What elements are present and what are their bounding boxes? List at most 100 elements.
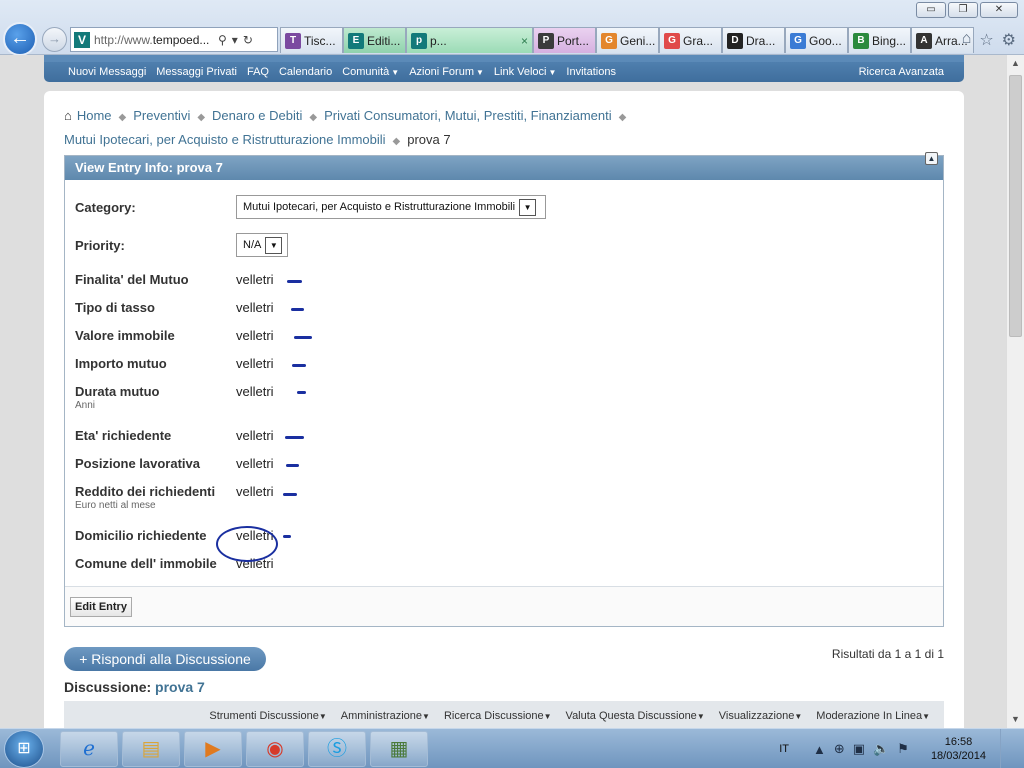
- browser-tab[interactable]: T Tisc...: [280, 27, 343, 53]
- clock[interactable]: 16:58 18/03/2014: [931, 735, 986, 763]
- scroll-thumb[interactable]: [1009, 75, 1022, 337]
- annotation-dash: [283, 493, 297, 496]
- browser-tab[interactable]: D Dra...: [722, 27, 785, 53]
- maximize-button[interactable]: ❐: [948, 2, 978, 18]
- discussion-link[interactable]: prova 7: [155, 679, 205, 695]
- field-label: Finalita' del Mutuo: [75, 272, 189, 287]
- field-label: Comune dell' immobile: [75, 556, 217, 571]
- breadcrumb-link[interactable]: Denaro e Debiti: [212, 108, 302, 123]
- annotation-dash: [292, 364, 306, 367]
- system-tray: IT ▲ ⊕ ▣ 🔈 ⚑ 16:58 18/03/2014: [779, 729, 1024, 768]
- edit-entry-button[interactable]: Edit Entry: [70, 597, 132, 617]
- tab-close-icon[interactable]: ×: [521, 34, 528, 48]
- priority-select[interactable]: N/A ▼: [236, 233, 288, 257]
- breadcrumb-current: prova 7: [407, 132, 451, 147]
- nav-item[interactable]: Nuovi Messaggi: [68, 66, 146, 78]
- language-indicator[interactable]: IT: [779, 743, 789, 755]
- nav-item[interactable]: Link Veloci ▼: [494, 66, 557, 78]
- address-bar[interactable]: V http://www.tempoed... ⚲ ▾ ↻: [70, 27, 278, 52]
- tray-expand-icon[interactable]: ▲: [813, 742, 826, 757]
- page-viewport: Nuovi Messaggi Messaggi Privati FAQ Calenda…: [0, 55, 1006, 728]
- close-button[interactable]: ✕: [980, 2, 1018, 18]
- thread-tool-menu[interactable]: Visualizzazione▼: [719, 710, 803, 722]
- refresh-icon[interactable]: ↻: [243, 33, 253, 47]
- thread-tool-menu[interactable]: Moderazione In Linea▼: [816, 710, 930, 722]
- field-value: velletri: [236, 384, 274, 399]
- dropdown-icon[interactable]: ▾: [232, 33, 238, 47]
- field-value: velletri: [236, 356, 274, 371]
- page-scrollbar[interactable]: ▲ ▼: [1006, 55, 1024, 728]
- category-select[interactable]: Mutui Ipotecari, per Acquisto e Ristrutt…: [236, 195, 546, 219]
- nav-item[interactable]: FAQ: [247, 66, 269, 78]
- breadcrumb-link[interactable]: Mutui Ipotecari, per Acquisto e Ristrutt…: [64, 132, 386, 147]
- network-icon[interactable]: ⊕: [834, 741, 845, 757]
- browser-tab[interactable]: G Goo...: [785, 27, 848, 53]
- field-value: velletri: [236, 272, 274, 287]
- window-controls: ▭ ❐ ✕: [916, 2, 1018, 18]
- browser-tab[interactable]: B Bing...: [848, 27, 911, 53]
- home-icon[interactable]: ⌂: [64, 105, 72, 127]
- browser-tab[interactable]: P Port...: [533, 27, 596, 53]
- browser-tab[interactable]: E Editi...: [343, 27, 406, 53]
- taskbar: ⊞ ℯ ▤ ▶ ◉ Ⓢ ▦ IT ▲ ⊕ ▣ 🔈 ⚑ 16:58 18/03/2014: [0, 728, 1024, 768]
- display-icon[interactable]: ▣: [853, 741, 865, 757]
- thread-tool-menu[interactable]: Amministrazione▼: [341, 710, 430, 722]
- back-button[interactable]: ←: [3, 22, 37, 56]
- breadcrumb-separator-icon: ◆: [197, 112, 206, 123]
- field-label: Domicilio richiedente: [75, 528, 207, 543]
- browser-tab[interactable]: G Gra...: [659, 27, 722, 53]
- chrome-icon[interactable]: ◉: [246, 731, 304, 767]
- nav-item[interactable]: Messaggi Privati: [156, 66, 237, 78]
- internet-explorer-icon[interactable]: ℯ: [60, 731, 118, 767]
- annotation-dash: [291, 308, 304, 311]
- nav-item[interactable]: Comunità ▼: [342, 66, 399, 78]
- advanced-search-link[interactable]: Ricerca Avanzata: [859, 66, 944, 78]
- thread-tool-menu[interactable]: Strumenti Discussione▼: [209, 710, 326, 722]
- show-desktop-button[interactable]: [1000, 729, 1012, 768]
- file-explorer-icon[interactable]: ▤: [122, 731, 180, 767]
- skype-icon[interactable]: Ⓢ: [308, 731, 366, 767]
- caret-down-icon: ▼: [475, 68, 484, 77]
- yp-icon: G: [664, 32, 680, 49]
- thread-tool-menu[interactable]: Valuta Questa Discussione▼: [566, 710, 705, 722]
- flag-icon[interactable]: ⚑: [897, 741, 909, 757]
- tab-label: Port...: [557, 33, 590, 48]
- tempoed-icon: p: [411, 32, 427, 49]
- favorites-star-icon[interactable]: ☆: [979, 30, 993, 50]
- translate-icon: G: [790, 32, 806, 49]
- start-button[interactable]: ⊞: [4, 730, 44, 768]
- breadcrumb-separator-icon: ◆: [392, 136, 401, 147]
- forward-button[interactable]: →: [42, 27, 67, 52]
- thread-tool-menu[interactable]: Ricerca Discussione▼: [444, 710, 552, 722]
- annotation-dash: [286, 464, 299, 467]
- browser-tab[interactable]: G Geni...: [596, 27, 659, 53]
- home-icon[interactable]: ⌂: [962, 30, 972, 50]
- settings-gear-icon[interactable]: ⚙: [1002, 30, 1016, 50]
- caret-down-icon: ▼: [391, 68, 400, 77]
- caret-down-icon: ▼: [543, 712, 552, 721]
- breadcrumb-link[interactable]: Home: [77, 108, 112, 123]
- entry-info-panel: View Entry Info: prova 7 ▲ Category: Mut…: [64, 152, 944, 627]
- reply-button[interactable]: + Rispondi alla Discussione: [64, 647, 266, 671]
- tab-label: Goo...: [809, 33, 842, 48]
- search-icon[interactable]: ⚲: [218, 33, 227, 47]
- address-text[interactable]: http://www.tempoed...: [94, 33, 214, 47]
- collapse-icon[interactable]: ▲: [925, 152, 938, 165]
- scroll-up-icon[interactable]: ▲: [1007, 55, 1024, 72]
- scroll-down-icon[interactable]: ▼: [1007, 711, 1024, 728]
- nav-item[interactable]: Calendario: [279, 66, 332, 78]
- nav-item[interactable]: Azioni Forum ▼: [409, 66, 484, 78]
- field-value: velletri: [236, 456, 274, 471]
- volume-icon[interactable]: 🔈: [873, 741, 889, 757]
- calculator-icon[interactable]: ▦: [370, 731, 428, 767]
- media-player-icon[interactable]: ▶: [184, 731, 242, 767]
- browser-tab[interactable]: p p... ×: [406, 27, 533, 53]
- annotation-dash: [287, 280, 302, 283]
- minimize-button[interactable]: ▭: [916, 2, 946, 18]
- breadcrumb-link[interactable]: Privati Consumatori, Mutui, Prestiti, Fi…: [324, 108, 612, 123]
- field-label: Tipo di tasso: [75, 300, 155, 315]
- annotation-dash: [285, 436, 304, 439]
- breadcrumb-link[interactable]: Preventivi: [133, 108, 190, 123]
- caret-down-icon: ▼: [318, 712, 327, 721]
- nav-item[interactable]: Invitations: [566, 66, 616, 78]
